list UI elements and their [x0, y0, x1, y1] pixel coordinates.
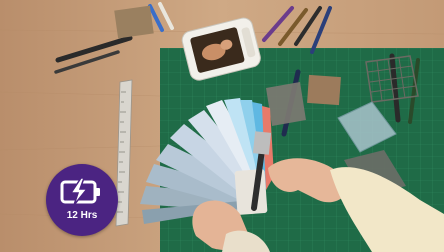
battery-life-badge: 12 Hrs — [46, 164, 118, 236]
product-scene: 12 Hrs — [0, 0, 444, 252]
cardboard-box — [114, 5, 154, 39]
battery-charging-icon — [60, 177, 100, 206]
battery-hours-label: 12 Hrs — [66, 210, 98, 221]
brown-swatch — [307, 74, 341, 106]
woven-sample — [266, 82, 306, 126]
